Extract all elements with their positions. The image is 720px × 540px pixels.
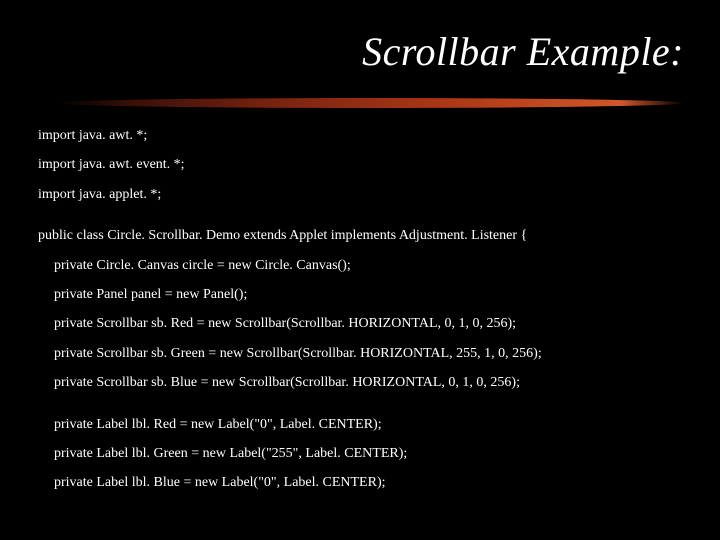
- slide-title: Scrollbar Example:: [0, 28, 684, 75]
- code-line: private Scrollbar sb. Green = new Scroll…: [38, 346, 690, 361]
- code-line: private Circle. Canvas circle = new Circ…: [38, 258, 690, 273]
- code-block: import java. awt. *; import java. awt. e…: [38, 128, 690, 505]
- slide: Scrollbar Example: import java. awt. *; …: [0, 0, 720, 540]
- code-line: import java. applet. *;: [38, 187, 690, 202]
- code-line: private Panel panel = new Panel();: [38, 287, 690, 302]
- code-line: private Label lbl. Red = new Label("0", …: [38, 417, 690, 432]
- code-line: private Scrollbar sb. Blue = new Scrollb…: [38, 375, 690, 390]
- code-line: private Scrollbar sb. Red = new Scrollba…: [38, 316, 690, 331]
- code-line: private Label lbl. Green = new Label("25…: [38, 446, 690, 461]
- code-line: import java. awt. event. *;: [38, 157, 690, 172]
- title-underline: [56, 96, 684, 110]
- code-line: import java. awt. *;: [38, 128, 690, 143]
- code-line: private Label lbl. Blue = new Label("0",…: [38, 475, 690, 490]
- code-line: public class Circle. Scrollbar. Demo ext…: [38, 228, 690, 243]
